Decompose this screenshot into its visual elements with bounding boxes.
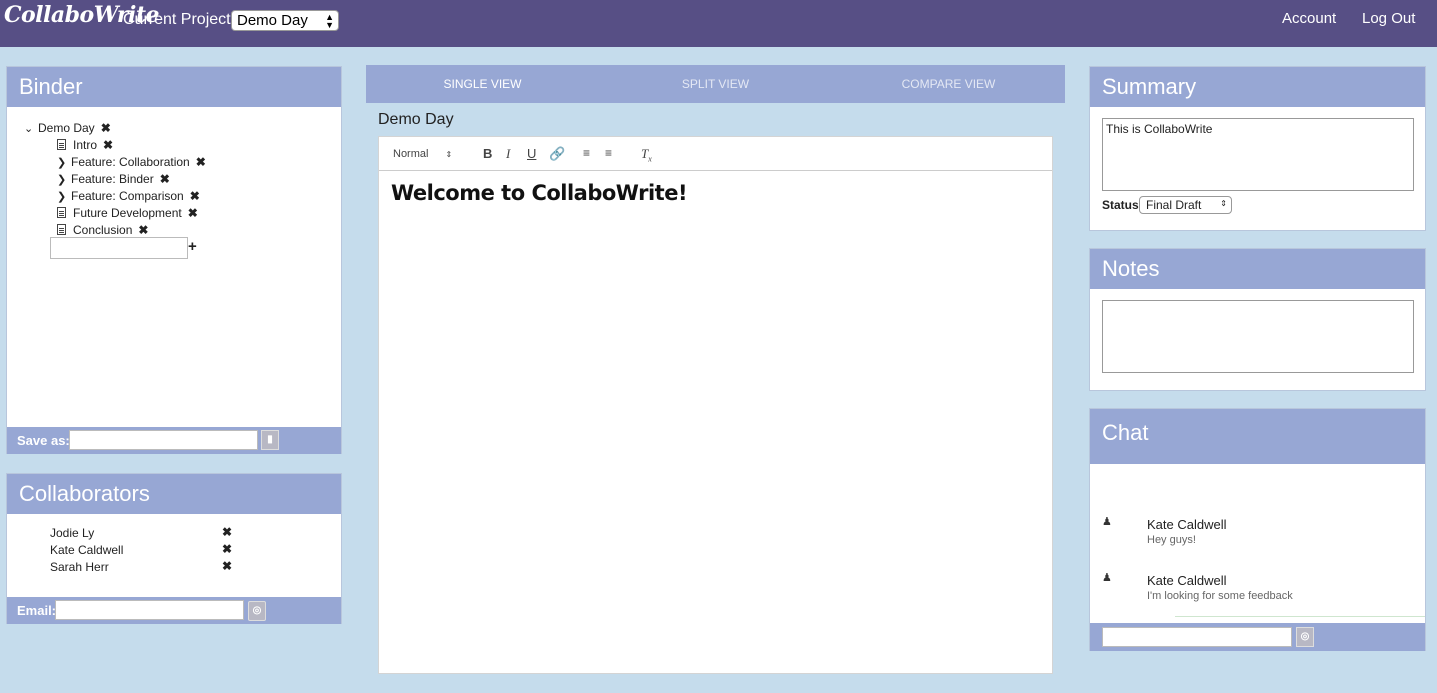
delete-icon[interactable]: ✖ (101, 121, 111, 135)
document-icon (57, 224, 66, 235)
text-editor[interactable]: Normal ⇕ B I U 🔗 ≡ ≡ Tx Welcome to Colla… (378, 136, 1053, 674)
chat-message-text: Hey guys! (1147, 534, 1196, 546)
summary-title: Summary (1090, 67, 1425, 107)
tree-item-label: Intro (73, 138, 98, 152)
editor-heading[interactable]: Welcome to CollaboWrite! (391, 181, 688, 205)
chat-panel: Chat ♟ Kate Caldwell Hey guys! ♟ Kate Ca… (1089, 408, 1426, 651)
collaborator-name: Kate Caldwell (50, 543, 124, 557)
binder-title: Binder (7, 67, 341, 107)
chat-user-name: Kate Caldwell (1147, 517, 1227, 532)
format-select[interactable]: Normal ⇕ (393, 148, 452, 160)
bookmark-save-button[interactable]: ▮ (261, 430, 279, 450)
delete-icon[interactable]: ✖ (160, 172, 170, 186)
collaborator-name: Sarah Herr (50, 560, 109, 574)
document-title: Demo Day (378, 111, 454, 128)
collaborators-panel: Collaborators Jodie Ly ✖ Kate Caldwell ✖… (6, 473, 342, 624)
underline-icon[interactable]: U (527, 146, 536, 161)
chat-input[interactable] (1102, 627, 1292, 647)
tree-item-label: Feature: Comparison (71, 189, 184, 203)
select-arrows-icon: ▲ ▼ (325, 12, 334, 30)
view-tabs: SINGLE VIEW SPLIT VIEW COMPARE VIEW (366, 65, 1065, 103)
document-icon (57, 207, 66, 218)
delete-icon[interactable]: ✖ (190, 189, 200, 203)
chat-message-text: I'm looking for some feedback (1147, 590, 1293, 602)
invite-submit-button[interactable]: ◎ (248, 601, 266, 621)
bullet-list-icon[interactable]: ≡ (605, 146, 612, 160)
delete-icon[interactable]: ✖ (196, 155, 206, 169)
user-icon: ♟ (1102, 516, 1112, 528)
new-item-input[interactable] (50, 237, 188, 259)
tree-root-label: Demo Day (38, 121, 95, 135)
tree-item-label: Conclusion (73, 223, 133, 237)
logout-link[interactable]: Log Out (1362, 10, 1415, 27)
remove-collaborator-icon[interactable]: ✖ (222, 559, 232, 573)
delete-icon[interactable]: ✖ (188, 206, 198, 220)
ordered-list-icon[interactable]: ≡ (583, 146, 590, 160)
tree-item-label: Feature: Collaboration (71, 155, 190, 169)
current-project-label: Current Project: (123, 11, 236, 28)
tree-item-label: Future Development (73, 206, 182, 220)
notes-panel: Notes (1089, 248, 1426, 391)
top-navbar: CollaboWrite Current Project: Demo Day ▲… (0, 0, 1437, 47)
project-select[interactable]: Demo Day ▲ ▼ (231, 10, 339, 31)
document-icon (57, 139, 66, 150)
tab-single-view[interactable]: SINGLE VIEW (366, 77, 599, 91)
divider (1175, 616, 1425, 617)
chevron-down-icon[interactable]: ⌄ (24, 121, 38, 138)
save-as-label: Save as: (17, 433, 70, 448)
status-select[interactable]: Final Draft ⇕ (1139, 196, 1232, 214)
italic-icon[interactable]: I (506, 146, 510, 162)
send-chat-button[interactable]: ◎ (1296, 627, 1314, 647)
save-as-bar: Save as: ▮ (7, 427, 341, 454)
invite-bar: Email: ◎ (7, 597, 341, 624)
status-select-value: Final Draft (1146, 198, 1202, 212)
status-label: Status (1102, 198, 1139, 212)
tab-split-view[interactable]: SPLIT VIEW (599, 77, 832, 91)
notes-title: Notes (1090, 249, 1425, 289)
summary-textarea[interactable]: This is CollaboWrite (1102, 118, 1414, 191)
collaborators-title: Collaborators (7, 474, 341, 514)
project-select-value: Demo Day (237, 12, 308, 29)
user-icon: ♟ (1102, 572, 1112, 584)
link-icon[interactable]: 🔗 (549, 146, 565, 162)
tab-compare-view[interactable]: COMPARE VIEW (832, 77, 1065, 91)
summary-panel: Summary This is CollaboWrite Status Fina… (1089, 66, 1426, 231)
tree-item-comparison[interactable]: ❯ Feature: Comparison ✖ (57, 188, 200, 205)
chat-user-name: Kate Caldwell (1147, 573, 1227, 588)
binder-panel: Binder ⌄ Demo Day ✖ Intro ✖ ❯ Feature: Colla… (6, 66, 342, 454)
tree-item-future-development[interactable]: Future Development ✖ (57, 205, 198, 222)
editor-toolbar: Normal ⇕ B I U 🔗 ≡ ≡ Tx (379, 137, 1052, 171)
tree-item-label: Feature: Binder (71, 172, 154, 186)
notes-textarea[interactable] (1102, 300, 1414, 373)
chevron-right-icon[interactable]: ❯ (57, 172, 71, 189)
tree-item-collaboration[interactable]: ❯ Feature: Collaboration ✖ (57, 154, 206, 171)
tree-root[interactable]: ⌄ Demo Day ✖ (24, 120, 111, 137)
remove-collaborator-icon[interactable]: ✖ (222, 525, 232, 539)
save-as-input[interactable] (69, 430, 258, 450)
email-label: Email: (17, 603, 57, 618)
invite-email-input[interactable] (55, 600, 244, 620)
select-arrows-icon: ⇕ (1220, 199, 1227, 208)
chevron-right-icon[interactable]: ❯ (57, 189, 71, 206)
add-item-icon[interactable]: + (188, 238, 197, 255)
chevron-right-icon[interactable]: ❯ (57, 155, 71, 172)
tree-item-intro[interactable]: Intro ✖ (57, 137, 113, 154)
collaborator-name: Jodie Ly (50, 526, 95, 540)
chat-input-bar: ◎ (1090, 623, 1425, 651)
chat-title: Chat (1090, 409, 1425, 464)
clear-format-icon[interactable]: Tx (641, 146, 652, 164)
select-arrows-icon: ⇕ (445, 150, 453, 159)
tree-item-binder[interactable]: ❯ Feature: Binder ✖ (57, 171, 170, 188)
format-select-value: Normal (393, 148, 429, 160)
remove-collaborator-icon[interactable]: ✖ (222, 542, 232, 556)
bold-icon[interactable]: B (483, 146, 492, 161)
delete-icon[interactable]: ✖ (138, 223, 148, 237)
delete-icon[interactable]: ✖ (103, 138, 113, 152)
account-link[interactable]: Account (1282, 10, 1336, 27)
